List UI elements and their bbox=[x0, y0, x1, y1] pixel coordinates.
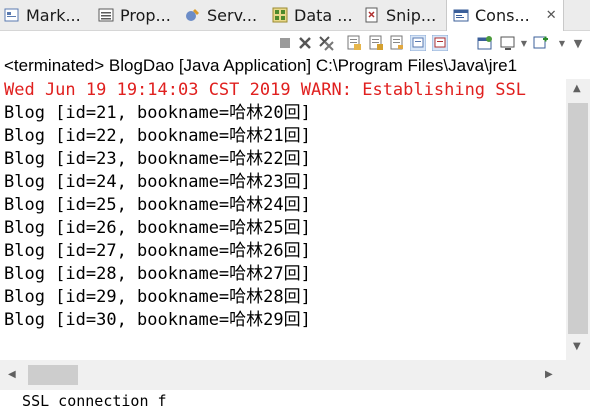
output-line: Blog [id=25, bookname=哈林24回] bbox=[4, 195, 311, 215]
tab-servers[interactable]: Serv... bbox=[185, 0, 257, 30]
output-line: Blog [id=27, bookname=哈林26回] bbox=[4, 241, 311, 261]
properties-icon bbox=[98, 7, 114, 23]
output-line: Blog [id=22, bookname=哈林21回] bbox=[4, 126, 311, 146]
tab-markers-label: Mark... bbox=[26, 5, 81, 25]
console-icon bbox=[453, 8, 469, 24]
output-line: Blog [id=28, bookname=哈林27回] bbox=[4, 264, 311, 284]
display-console-icon[interactable] bbox=[500, 35, 516, 51]
scroll-lock-icon[interactable] bbox=[368, 35, 384, 51]
snippets-icon bbox=[364, 7, 380, 23]
output-line: Blog [id=23, bookname=哈林22回] bbox=[4, 149, 311, 169]
scroll-up-icon[interactable]: ▲ bbox=[573, 83, 581, 94]
tab-snippets[interactable]: Snip... bbox=[364, 0, 436, 30]
tab-console-label: Cons... bbox=[475, 6, 530, 25]
chevron-down-icon[interactable]: ▼ bbox=[554, 35, 570, 51]
show-on-stdout-icon[interactable] bbox=[410, 35, 426, 51]
remove-all-terminated-icon[interactable] bbox=[318, 35, 334, 51]
pin-console-icon[interactable] bbox=[477, 35, 493, 51]
tab-snippets-label: Snip... bbox=[386, 5, 437, 25]
horizontal-scroll-thumb[interactable] bbox=[28, 365, 78, 385]
data-source-icon bbox=[272, 7, 288, 23]
partial-output-line: SSL connection f bbox=[4, 392, 167, 410]
scroll-left-icon[interactable]: ◀ bbox=[8, 369, 16, 380]
tab-data-source-label: Data ... bbox=[294, 5, 353, 25]
output-line: Blog [id=24, bookname=哈林23回] bbox=[4, 172, 311, 192]
view-tab-bar: Mark... Prop... Serv... Data ... Snip...… bbox=[0, 0, 590, 31]
close-icon[interactable]: ✕ bbox=[546, 8, 557, 23]
tab-servers-label: Serv... bbox=[207, 5, 258, 25]
output-line: Blog [id=30, bookname=哈林29回] bbox=[4, 310, 311, 330]
tab-console[interactable]: Cons... ✕ bbox=[446, 0, 564, 31]
tab-data-source[interactable]: Data ... bbox=[272, 0, 353, 30]
markers-icon bbox=[4, 7, 20, 23]
open-console-icon[interactable] bbox=[533, 35, 549, 51]
servers-icon bbox=[185, 7, 201, 23]
terminate-icon[interactable] bbox=[277, 35, 293, 51]
chevron-down-icon[interactable]: ▼ bbox=[516, 35, 532, 51]
view-menu-icon[interactable]: ▼ bbox=[570, 35, 586, 51]
tab-properties[interactable]: Prop... bbox=[98, 0, 171, 30]
vertical-scroll-thumb[interactable] bbox=[568, 103, 588, 334]
console-toolbar: ▼ ▼ ▼ bbox=[0, 31, 590, 55]
launch-description: <terminated> BlogDao [Java Application] … bbox=[4, 56, 518, 75]
tab-properties-label: Prop... bbox=[120, 5, 171, 25]
tab-markers[interactable]: Mark... bbox=[4, 0, 81, 30]
output-line: Blog [id=21, bookname=哈林20回] bbox=[4, 103, 311, 123]
clear-console-icon[interactable] bbox=[346, 35, 362, 51]
remove-launch-icon[interactable] bbox=[297, 35, 313, 51]
word-wrap-icon[interactable] bbox=[389, 35, 405, 51]
vertical-scrollbar[interactable]: ▲ ▼ bbox=[566, 79, 590, 360]
scroll-down-icon[interactable]: ▼ bbox=[573, 341, 581, 352]
show-on-stderr-icon[interactable] bbox=[432, 35, 448, 51]
warning-line: Wed Jun 19 19:14:03 CST 2019 WARN: Estab… bbox=[4, 80, 526, 100]
scroll-right-icon[interactable]: ▶ bbox=[545, 369, 553, 380]
output-line: Blog [id=26, bookname=哈林25回] bbox=[4, 218, 311, 238]
output-line: Blog [id=29, bookname=哈林28回] bbox=[4, 287, 311, 307]
horizontal-scrollbar[interactable]: ◀ ▶ bbox=[0, 360, 590, 390]
